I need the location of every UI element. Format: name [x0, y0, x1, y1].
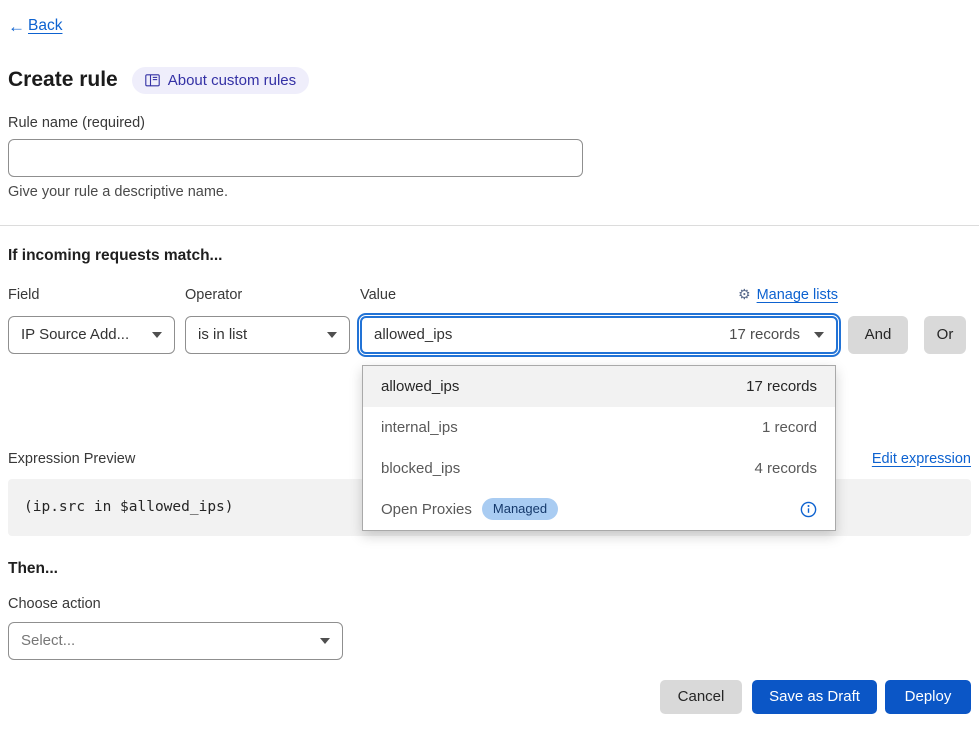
cancel-button[interactable]: Cancel: [660, 680, 742, 714]
chevron-down-icon: [152, 332, 162, 338]
managed-badge: Managed: [482, 498, 558, 520]
title-row: Create rule About custom rules: [8, 67, 971, 94]
manage-lists-label: Manage lists: [757, 287, 838, 303]
edit-expression-link[interactable]: Edit expression: [872, 451, 971, 467]
operator-label: Operator: [185, 287, 242, 303]
book-icon: [145, 74, 160, 87]
info-icon[interactable]: [800, 501, 817, 518]
value-select[interactable]: allowed_ips 17 records: [360, 316, 838, 354]
list-option-allowed-ips[interactable]: allowed_ips 17 records: [363, 366, 835, 407]
field-select-value: IP Source Add...: [21, 326, 129, 343]
field-column: Field IP Source Add...: [8, 287, 175, 354]
back-link[interactable]: ← Back: [8, 17, 62, 35]
list-option-name: Open Proxies: [381, 501, 472, 518]
operator-column: Operator is in list: [185, 287, 350, 354]
field-select[interactable]: IP Source Add...: [8, 316, 175, 354]
action-select[interactable]: Select...: [8, 622, 343, 660]
expression-preview-label: Expression Preview: [8, 451, 135, 467]
back-label: Back: [28, 17, 62, 35]
rule-name-helper: Give your rule a descriptive name.: [8, 184, 971, 200]
operator-select[interactable]: is in list: [185, 316, 350, 354]
list-option-name: internal_ips: [381, 419, 458, 436]
save-as-draft-button[interactable]: Save as Draft: [752, 680, 877, 714]
list-option-open-proxies[interactable]: Open Proxies Managed: [363, 489, 835, 530]
list-option-meta: 4 records: [754, 460, 817, 477]
list-option-internal-ips[interactable]: internal_ips 1 record: [363, 407, 835, 448]
value-select-value: allowed_ips: [374, 326, 452, 343]
rule-name-label: Rule name (required): [8, 115, 971, 131]
list-option-name: blocked_ips: [381, 460, 460, 477]
deploy-button[interactable]: Deploy: [885, 680, 971, 714]
manage-lists-link[interactable]: ⚙ Manage lists: [738, 287, 838, 303]
chevron-down-icon: [327, 332, 337, 338]
or-button[interactable]: Or: [924, 316, 966, 354]
back-row: ← Back: [8, 0, 971, 37]
section-divider: [0, 225, 979, 226]
list-option-meta: 1 record: [762, 419, 817, 436]
list-option-meta: 17 records: [746, 378, 817, 395]
rule-name-input[interactable]: [8, 139, 583, 177]
list-dropdown: allowed_ips 17 records internal_ips 1 re…: [362, 365, 836, 531]
operator-select-value: is in list: [198, 326, 247, 343]
value-label: Value: [360, 287, 396, 303]
gear-icon: ⚙: [738, 288, 751, 302]
about-custom-rules-link[interactable]: About custom rules: [132, 67, 309, 94]
expression-code: (ip.src in $allowed_ips): [24, 499, 234, 515]
value-column: Value ⚙ Manage lists allowed_ips 17 reco…: [360, 287, 838, 354]
then-heading: Then...: [8, 560, 971, 578]
rule-name-group: Rule name (required) Give your rule a de…: [8, 115, 971, 200]
about-badge-label: About custom rules: [168, 72, 296, 89]
list-option-name: allowed_ips: [381, 378, 459, 395]
value-select-meta: 17 records: [729, 326, 800, 343]
action-group: Choose action Select...: [8, 596, 971, 660]
create-rule-page: ← Back Create rule About custom rules Ru…: [0, 0, 979, 714]
field-label: Field: [8, 287, 39, 303]
page-title: Create rule: [8, 68, 118, 92]
and-button[interactable]: And: [848, 316, 908, 354]
list-option-blocked-ips[interactable]: blocked_ips 4 records: [363, 448, 835, 489]
chevron-down-icon: [814, 332, 824, 338]
condition-row: Field IP Source Add... Operator is in li…: [8, 287, 971, 354]
footer-actions: Cancel Save as Draft Deploy: [8, 680, 971, 714]
choose-action-label: Choose action: [8, 596, 971, 612]
chevron-down-icon: [320, 638, 330, 644]
match-section-heading: If incoming requests match...: [8, 247, 971, 265]
back-arrow-icon: ←: [8, 18, 25, 35]
action-select-placeholder: Select...: [21, 632, 75, 649]
